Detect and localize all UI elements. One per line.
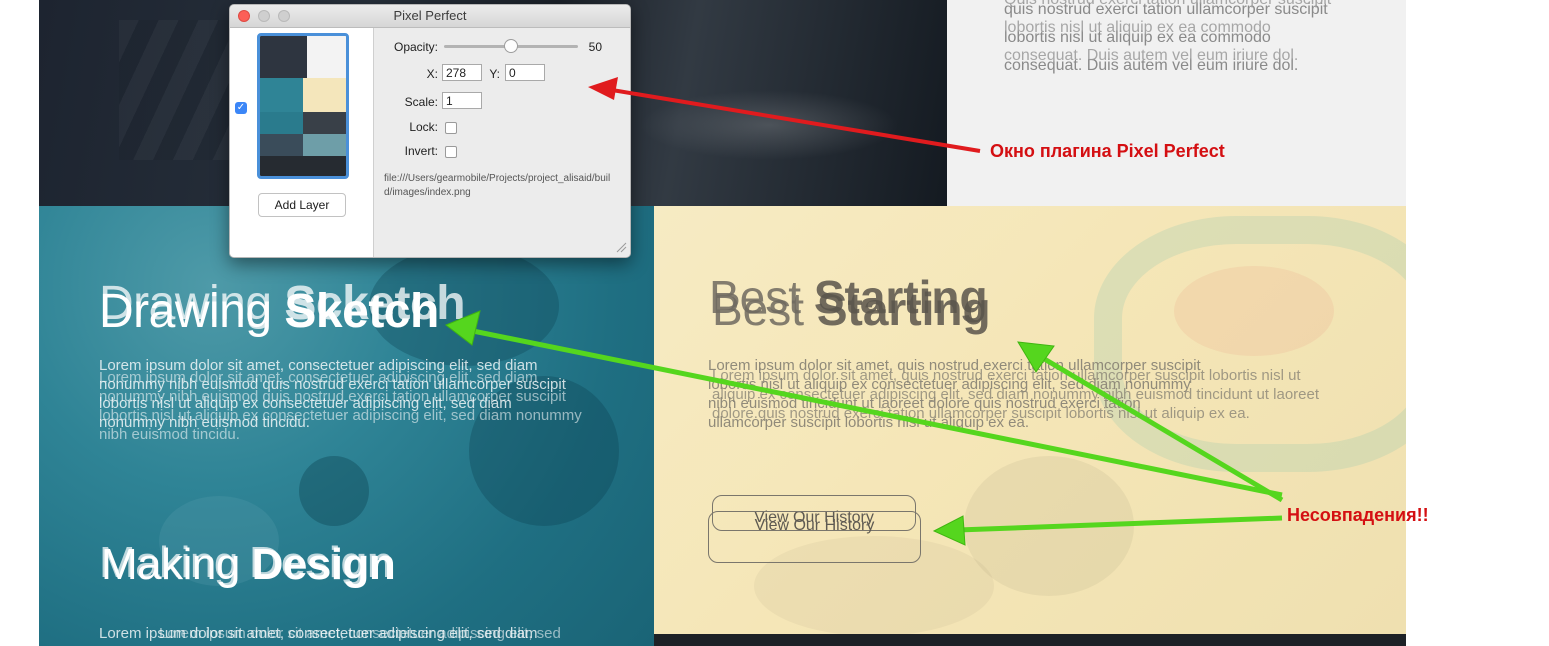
making-paragraph-overlay: Lorem ipsum dolor sit amet, consectetuer… <box>159 625 561 642</box>
best-heading: Best Starting <box>712 283 991 335</box>
image-file-path: file:///Users/gearmobile/Projects/projec… <box>384 173 611 198</box>
add-layer-button[interactable]: Add Layer <box>258 193 346 217</box>
best-starting-section: Best Starting Best Starting Lorem ipsum … <box>654 206 1406 634</box>
opacity-value: 50 <box>588 40 602 54</box>
drawing-heading: Drawing Sketch <box>99 285 439 338</box>
lock-checkbox[interactable] <box>445 122 457 134</box>
scale-label: Scale: <box>404 95 438 109</box>
invert-checkbox[interactable] <box>445 146 457 158</box>
opacity-slider[interactable] <box>444 39 578 53</box>
y-offset-input[interactable]: 0 <box>505 64 545 81</box>
top-right-text-panel: quis nostrud exerci tation ullamcorper s… <box>947 0 1406 206</box>
layer-thumbnail[interactable] <box>257 33 349 179</box>
lock-label: Lock: <box>409 120 438 134</box>
layer-visibility-checkbox[interactable]: ✓ <box>235 102 247 114</box>
opacity-slider-knob[interactable] <box>504 39 518 53</box>
best-paragraph-overlay: Lorem ipsum dolor sit amet, quis nostrud… <box>712 367 1320 422</box>
x-offset-input[interactable]: 278 <box>442 64 482 81</box>
plugin-window-annotation: Окно плагина Pixel Perfect <box>990 141 1225 161</box>
top-right-paragraph-overlay: Quis nostrud exerci tation ullamcorper s… <box>1004 0 1331 64</box>
invert-label: Invert: <box>404 144 438 158</box>
scale-input[interactable]: 1 <box>442 92 482 109</box>
layers-sidebar: ✓ Add Layer <box>230 28 374 257</box>
pixel-perfect-window: Pixel Perfect ✓ Add Layer Opacity: 50 X:… <box>229 4 631 258</box>
window-title: Pixel Perfect <box>393 8 467 23</box>
opacity-label: Opacity: <box>393 40 438 54</box>
window-titlebar[interactable]: Pixel Perfect <box>230 5 630 28</box>
mismatch-annotation: Несовпадения!! <box>1287 505 1429 525</box>
layer-settings-panel: Opacity: 50 X: 278 Y: 0 Scale: 1 Lock: I… <box>374 28 630 257</box>
y-label: Y: <box>489 67 500 81</box>
bottom-dark-strip <box>654 634 1406 646</box>
x-label: X: <box>426 67 438 81</box>
view-history-button[interactable]: View Our History <box>708 511 921 563</box>
drawing-sketch-section: Drawing Scketch Drawing Sketch Lorem ips… <box>39 206 654 646</box>
resize-grip-icon[interactable] <box>615 241 627 253</box>
making-heading: Making Design <box>101 540 396 589</box>
drawing-paragraph-overlay: Lorem ipsum dolor sit amet, consectetuer… <box>99 369 582 443</box>
